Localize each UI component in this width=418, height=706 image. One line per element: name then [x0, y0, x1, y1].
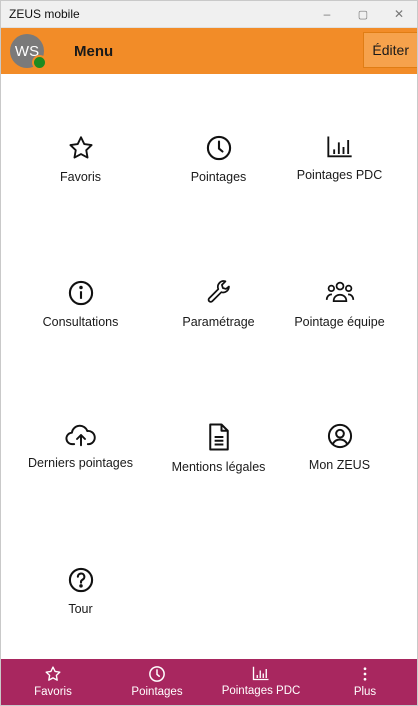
tab-favoris[interactable]: Favoris: [1, 659, 105, 705]
team-icon: [325, 281, 354, 302]
tab-label: Plus: [353, 686, 377, 698]
menu-item-label: Paramétrage: [182, 315, 255, 329]
edit-button[interactable]: Éditer: [363, 32, 417, 68]
menu-item-favoris[interactable]: Favoris: [11, 134, 150, 184]
help-icon: [68, 567, 93, 593]
title-bar: ZEUS mobile – ▢ ✕: [1, 1, 417, 28]
menu-item-tour[interactable]: Tour: [11, 566, 150, 616]
document-icon: [208, 423, 229, 451]
page-title: Menu: [74, 42, 114, 60]
tab-pointages-pdc[interactable]: Pointages PDC: [209, 659, 313, 705]
presence-indicator: [32, 55, 47, 70]
menu-item-label: Tour: [68, 602, 93, 616]
app-window: ZEUS mobile – ▢ ✕ WS Menu Éditer Favoris…: [0, 0, 418, 706]
clock-icon: [149, 666, 165, 682]
menu-item-mon-zeus[interactable]: Mon ZEUS: [270, 422, 409, 472]
menu-item-label: Mentions légales: [171, 460, 266, 474]
star-icon: [68, 136, 93, 159]
menu-item-pointage-equipe[interactable]: Pointage équipe: [270, 279, 409, 329]
cloud-upload-icon: [64, 424, 96, 447]
window-title: ZEUS mobile: [9, 7, 80, 21]
menu-item-label: Consultations: [42, 315, 119, 329]
menu-item-consultations[interactable]: Consultations: [11, 279, 150, 329]
star-icon: [45, 666, 61, 681]
menu-item-label: Mon ZEUS: [308, 458, 371, 472]
bar-chart-icon: [252, 666, 269, 681]
app-header: WS Menu Éditer: [1, 28, 417, 74]
tab-pointages[interactable]: Pointages: [105, 659, 209, 705]
menu-item-label: Favoris: [60, 170, 101, 184]
menu-item-label: Derniers pointages: [28, 456, 133, 470]
info-icon: [68, 280, 93, 306]
menu-item-pointages-pdc[interactable]: Pointages PDC: [270, 134, 409, 182]
more-vertical-icon: [363, 667, 367, 681]
menu-item-derniers-pointages[interactable]: Derniers pointages: [11, 422, 150, 470]
close-button[interactable]: ✕: [381, 1, 417, 28]
menu-item-label: Pointage équipe: [294, 315, 385, 329]
wrench-icon: [207, 280, 230, 303]
tab-label: Pointages PDC: [221, 685, 301, 697]
minimize-button[interactable]: –: [309, 1, 345, 28]
avatar[interactable]: WS: [10, 34, 47, 70]
tab-label: Pointages: [131, 686, 183, 698]
menu-item-label: Pointages PDC: [296, 168, 383, 182]
tab-label: Favoris: [34, 686, 72, 698]
menu-item-pointages[interactable]: Pointages: [149, 134, 288, 184]
maximize-button[interactable]: ▢: [345, 1, 381, 28]
bottom-tab-bar: Favoris Pointages Pointages PDC Plus: [1, 659, 417, 705]
menu-item-label: Pointages: [190, 170, 247, 184]
menu-item-mentions-legales[interactable]: Mentions légales: [149, 422, 288, 474]
menu-item-parametrage[interactable]: Paramétrage: [149, 279, 288, 329]
tab-plus[interactable]: Plus: [313, 659, 417, 705]
clock-icon: [206, 135, 231, 161]
bar-chart-icon: [326, 136, 352, 158]
user-circle-icon: [327, 423, 352, 449]
